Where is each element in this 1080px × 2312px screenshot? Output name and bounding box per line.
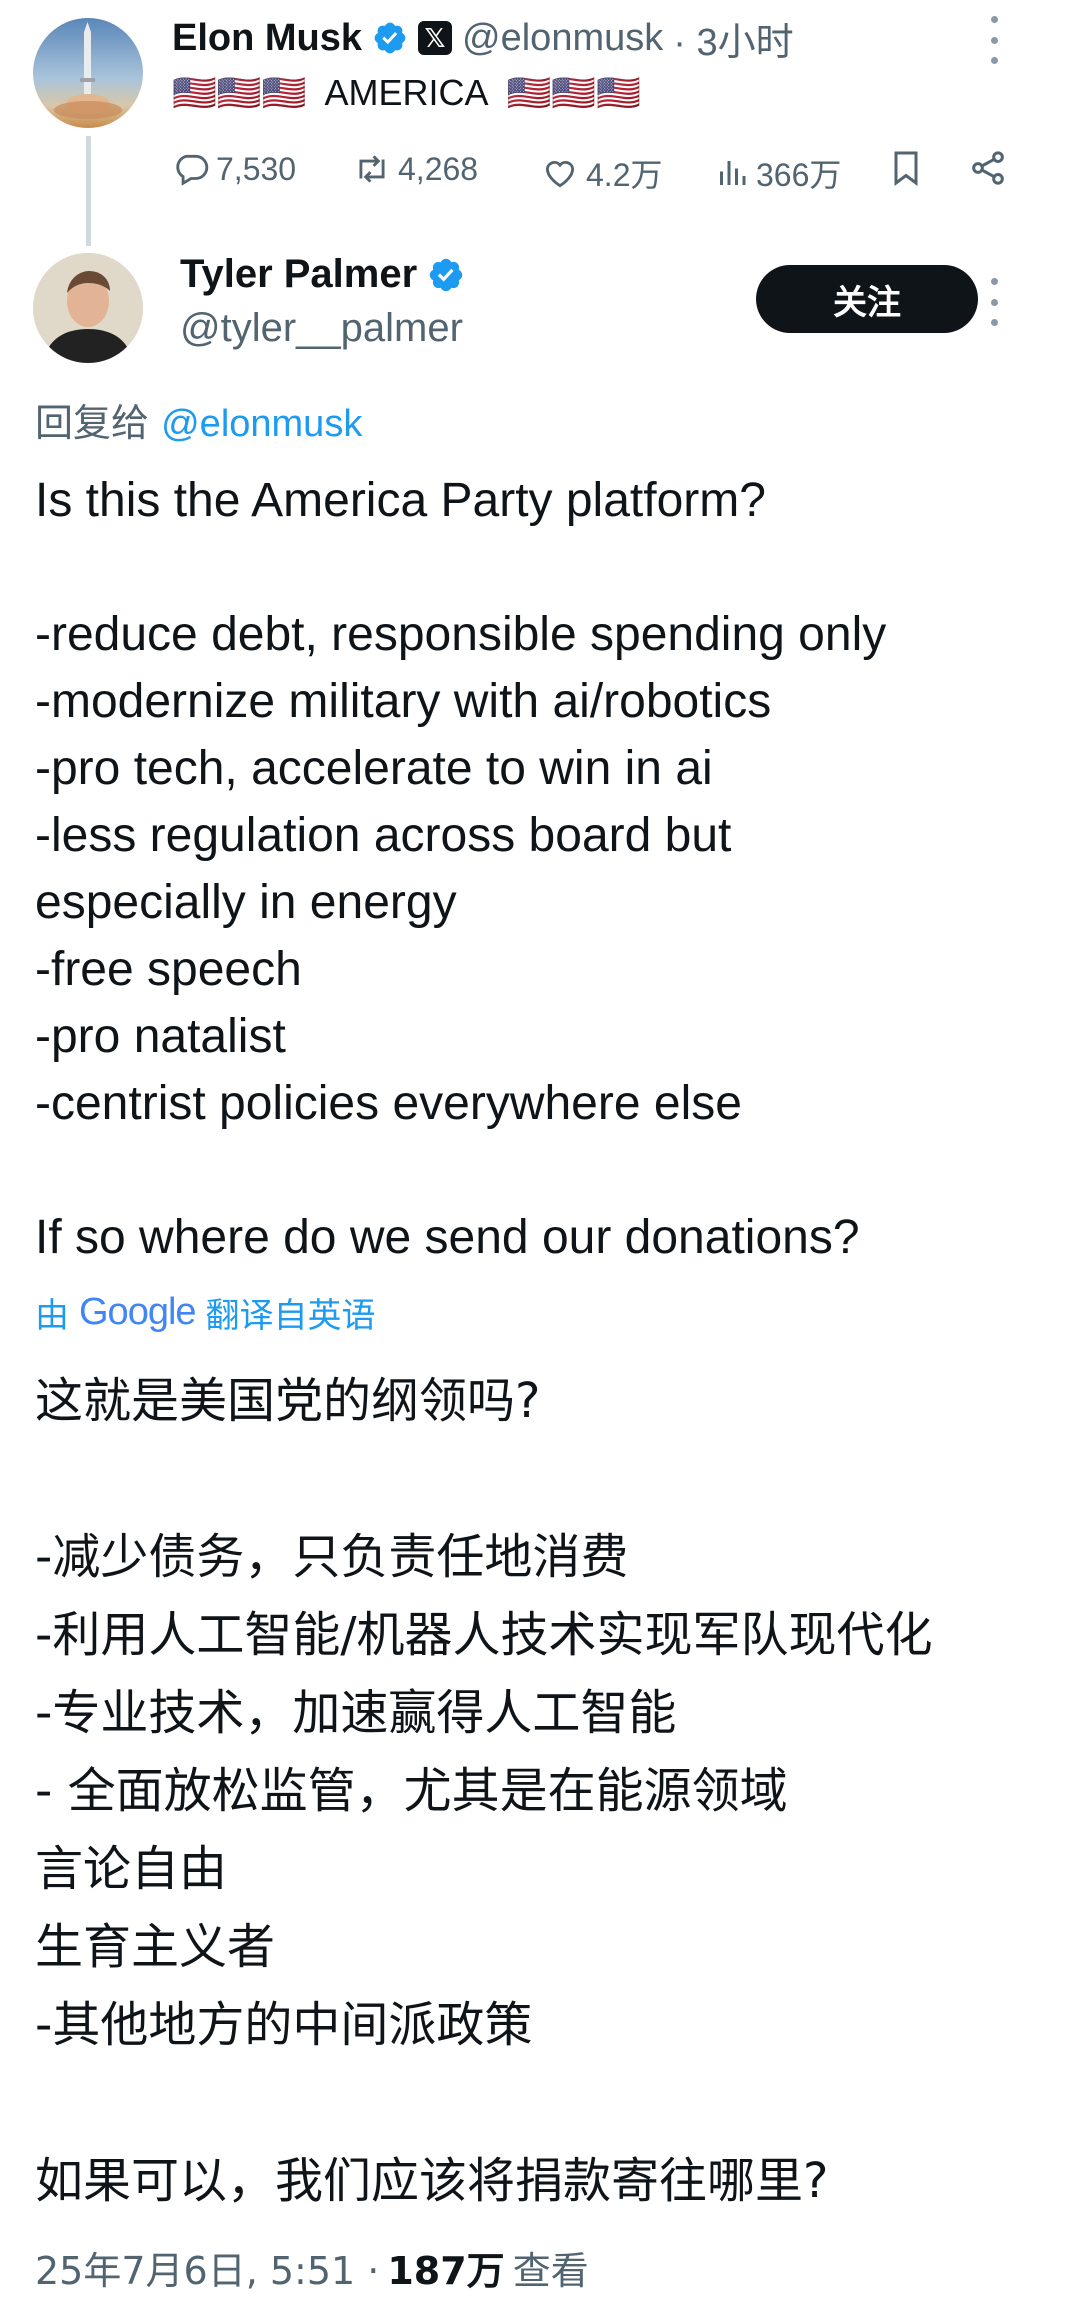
tweet-text-line: -modernize military with ai/robotics (35, 675, 772, 728)
tweet-text-line (35, 534, 886, 601)
verified-icon (429, 258, 463, 291)
translate-suffix: 翻译自英语 (205, 1296, 376, 1336)
translate-prefix: 由 (35, 1296, 69, 1336)
translated-text-line: - 全面放松监管，尤其是在能源领域 (35, 1763, 788, 1819)
author-name[interactable]: Elon Musk (172, 17, 362, 60)
replying-to-handle[interactable]: @elonmusk (161, 403, 362, 445)
translated-text-line: -其他地方的中间派政策 (35, 1997, 533, 2053)
rocket-image (54, 22, 122, 119)
author-handle[interactable]: @elonmusk (462, 17, 663, 60)
tweet-text-line: If so where do we send our donations? (35, 1211, 860, 1264)
views-icon (720, 161, 746, 185)
tweet-text-line: -reduce debt, responsible spending only (35, 608, 887, 661)
thread-connector-line (86, 136, 91, 246)
share-button[interactable] (968, 146, 1008, 190)
tweet-text-line: -less regulation across board but (35, 809, 732, 862)
reply-author-handle[interactable]: @tyler__palmer (180, 306, 463, 351)
bookmark-icon (894, 151, 918, 186)
reply-tweet-text: Is this the America Party platform? -red… (35, 467, 886, 1271)
google-logo: Google (79, 1291, 197, 1333)
replying-to-prefix: 回复给 (35, 401, 150, 445)
x-logo-icon: 𝕏 (418, 21, 453, 55)
post-time: · 3小时 (673, 21, 794, 64)
tweet-text-line: -free speech (35, 943, 302, 996)
tweet-meta: 25年7月6日, 5:51 · 187万 查看 (35, 2240, 589, 2295)
elon-avatar[interactable] (33, 18, 143, 128)
original-tweet-text: 🇺🇸🇺🇸🇺🇸 AMERICA 🇺🇸🇺🇸🇺🇸 (172, 72, 642, 113)
translated-text-line: -专业技术，加速赢得人工智能 (35, 1685, 677, 1741)
repost-icon (359, 155, 385, 183)
like-button[interactable]: 4.2万 (540, 150, 663, 196)
person-portrait (33, 253, 143, 363)
repost-count: 4,268 (398, 150, 479, 187)
translated-text-line: 生育主义者 (35, 1919, 276, 1975)
reply-icon (176, 154, 209, 186)
replying-to: 回复给 @elonmusk (35, 392, 362, 447)
tweet-text-line: especially in energy (35, 876, 457, 929)
views-button[interactable]: 366万 (714, 150, 841, 196)
tweet-text-line: -pro tech, accelerate to win in ai (35, 742, 713, 795)
translated-tweet-text: 这就是美国党的纲领吗? -减少债务，只负责任地消费 -利用人工智能/机器人技术实现… (35, 1362, 933, 2220)
tweet-views-label: 查看 (512, 2249, 589, 2293)
tweet-timestamp[interactable]: 25年7月6日, 5:51 · (35, 2240, 379, 2295)
translated-text-line (35, 1440, 933, 1518)
translated-text-line: 言论自由 (35, 1841, 228, 1897)
original-tweet-header: Elon Musk 𝕏 @elonmusk · 3小时 (172, 12, 794, 64)
repost-button[interactable]: 4,268 (352, 150, 478, 188)
bookmark-button[interactable] (886, 146, 926, 190)
like-icon (545, 161, 575, 188)
reply-author-header: Tyler Palmer (180, 252, 465, 297)
translation-attribution[interactable]: 由 Google 翻译自英语 (35, 1288, 376, 1337)
translated-text-line: -减少债务，只负责任地消费 (35, 1529, 629, 1585)
tweet-text-line: -centrist policies everywhere else (35, 1077, 742, 1130)
tweet-text-line (35, 1137, 886, 1204)
tweet-text-line: Is this the America Party platform? (35, 474, 766, 527)
translated-text-line: 这就是美国党的纲领吗? (35, 1373, 541, 1429)
translated-text-line: -利用人工智能/机器人技术实现军队现代化 (35, 1607, 933, 1663)
like-count: 4.2万 (586, 157, 663, 193)
share-icon (972, 151, 1004, 185)
verified-icon (374, 22, 406, 54)
tweet-text-line: -pro natalist (35, 1010, 286, 1063)
more-icon[interactable] (984, 278, 1004, 326)
reply-button[interactable]: 7,530 (172, 150, 296, 188)
tweet-views-count: 187万 (387, 2249, 505, 2293)
reply-author-name[interactable]: Tyler Palmer (180, 252, 417, 297)
reply-count: 7,530 (216, 150, 297, 187)
follow-button[interactable]: 关注 (756, 265, 978, 333)
tyler-avatar[interactable] (33, 253, 143, 363)
more-icon[interactable] (984, 16, 1004, 64)
translated-text-line: 如果可以，我们应该将捐款寄往哪里? (35, 2153, 829, 2209)
translated-text-line (35, 2064, 933, 2142)
views-count: 366万 (756, 157, 842, 193)
